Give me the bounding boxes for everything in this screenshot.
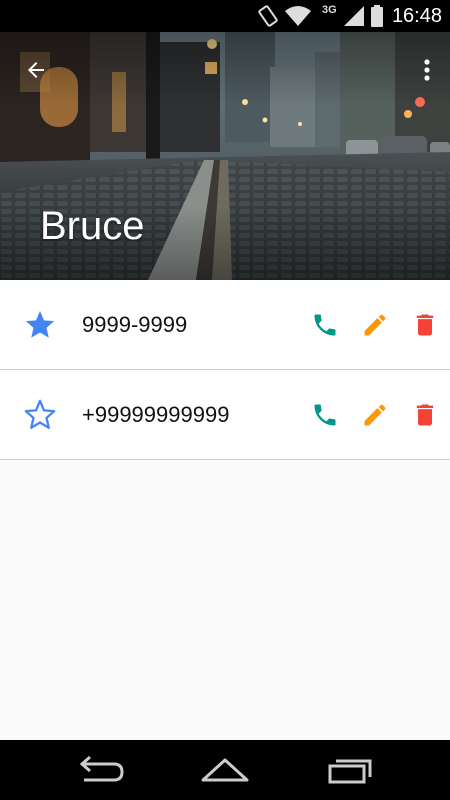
more-vert-icon <box>424 59 430 81</box>
nav-home-button[interactable] <box>195 750 255 790</box>
phone-number: +99999999999 <box>82 402 230 427</box>
overflow-menu-button[interactable] <box>414 50 440 90</box>
pencil-icon <box>364 404 386 426</box>
delete-button[interactable] <box>408 398 442 432</box>
call-button[interactable] <box>308 308 342 342</box>
recents-nav-icon <box>328 759 372 784</box>
phone-list: 9999-9999 +99999999999 <box>0 280 450 460</box>
favorite-star-button[interactable] <box>23 308 57 342</box>
trash-icon <box>416 404 434 426</box>
status-time: 16:48 <box>391 5 442 27</box>
edit-button[interactable] <box>358 308 392 342</box>
nav-recents-button[interactable] <box>320 750 380 790</box>
status-bar: 3G 16:48 <box>0 0 450 32</box>
star-filled-icon <box>25 310 55 338</box>
phone-number: 9999-9999 <box>82 312 188 337</box>
call-button[interactable] <box>308 398 342 432</box>
rotate-icon <box>257 4 279 33</box>
arrow-back-icon <box>28 62 44 78</box>
back-nav-icon <box>79 755 124 782</box>
contact-header: Bruce <box>0 32 450 280</box>
star-outline-icon <box>24 399 56 429</box>
navigation-bar <box>0 740 450 800</box>
trash-icon <box>416 314 434 336</box>
phone-icon <box>314 314 336 336</box>
battery-icon <box>370 4 384 33</box>
delete-button[interactable] <box>408 308 442 342</box>
phone-icon <box>314 404 336 426</box>
favorite-star-button[interactable] <box>23 398 57 432</box>
nav-back-button[interactable] <box>70 750 130 790</box>
phone-row: 9999-9999 <box>0 280 450 370</box>
signal-icon <box>342 4 366 33</box>
wifi-icon <box>284 4 312 33</box>
home-nav-icon <box>201 758 249 782</box>
contact-name-title: Bruce <box>40 204 145 248</box>
phone-row: +99999999999 <box>0 370 450 460</box>
network-type-label: 3G <box>322 4 337 16</box>
back-button[interactable] <box>16 50 56 90</box>
pencil-icon <box>364 314 386 336</box>
edit-button[interactable] <box>358 398 392 432</box>
